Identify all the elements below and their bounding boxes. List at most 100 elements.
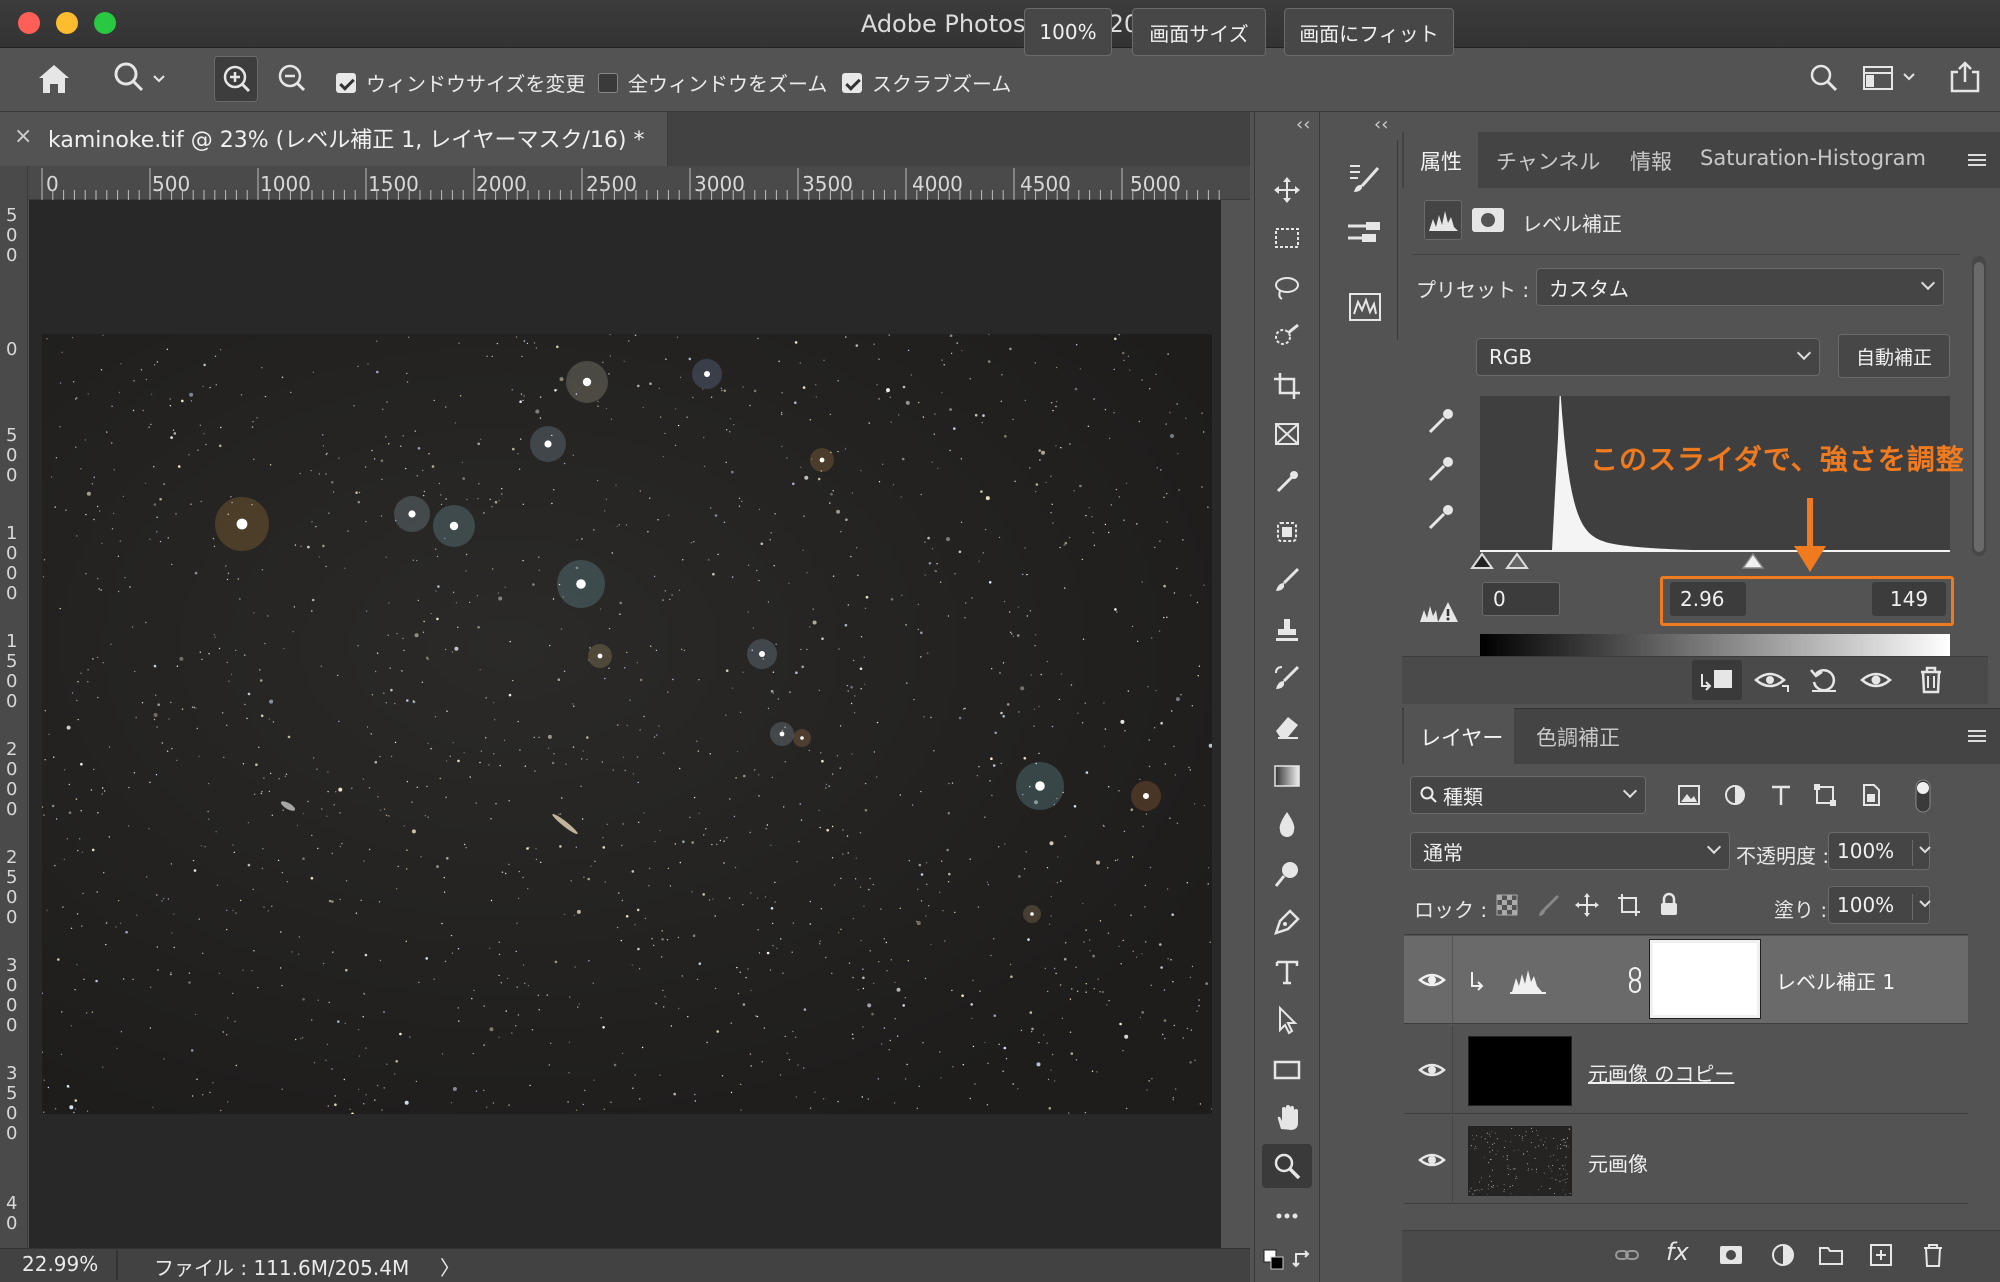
- layer-mask-thumbnail[interactable]: [1649, 939, 1761, 1019]
- filter-pixel-layers-icon[interactable]: [1676, 782, 1702, 812]
- fit-screen-button[interactable]: 画面にフィット: [1284, 8, 1454, 56]
- layer-visibility-eye-icon[interactable]: [1418, 966, 1446, 998]
- tab-channels[interactable]: チャンネル: [1496, 146, 1600, 176]
- zoom-all-windows-option[interactable]: 全ウィンドウをズーム: [598, 68, 827, 97]
- channel-dropdown[interactable]: RGB: [1476, 338, 1820, 376]
- color-swatches-icon[interactable]: [1262, 1248, 1286, 1276]
- reset-adjustment-icon[interactable]: [1808, 664, 1840, 700]
- layer-visibility-eye-icon[interactable]: [1418, 1146, 1446, 1178]
- tab-adjustments[interactable]: 色調補正: [1536, 722, 1620, 752]
- eyedropper-tool-icon[interactable]: [1262, 460, 1312, 504]
- move-tool-icon[interactable]: [1262, 168, 1312, 212]
- new-layer-icon[interactable]: [1868, 1242, 1894, 1272]
- history-brush-tool-icon[interactable]: [1262, 656, 1312, 700]
- document-image[interactable]: [42, 334, 1212, 1114]
- view-previous-state-icon[interactable]: [1752, 664, 1792, 700]
- brushes-panel-icon[interactable]: [1346, 214, 1384, 252]
- eraser-tool-icon[interactable]: [1262, 704, 1312, 748]
- crop-tool-icon[interactable]: [1262, 364, 1312, 408]
- pen-tool-icon[interactable]: [1262, 900, 1312, 944]
- layer-name[interactable]: レベル補正 1: [1776, 966, 1895, 995]
- levels-adjustment-icon[interactable]: [1424, 200, 1462, 240]
- brush-settings-panel-icon[interactable]: [1346, 160, 1382, 198]
- type-tool-icon[interactable]: [1262, 950, 1312, 994]
- dodge-tool-icon[interactable]: [1262, 852, 1312, 896]
- rectangle-tool-icon[interactable]: [1262, 1048, 1312, 1092]
- layer-row[interactable]: レベル補正 1: [1404, 936, 1968, 1024]
- white-point-eyedropper-icon[interactable]: [1424, 500, 1458, 538]
- workspace-icon[interactable]: [1862, 64, 1922, 96]
- lock-position-icon[interactable]: [1574, 892, 1600, 922]
- gray-point-eyedropper-icon[interactable]: [1424, 452, 1458, 490]
- lock-all-icon[interactable]: [1656, 892, 1682, 922]
- lock-transparent-pixels-icon[interactable]: [1494, 892, 1520, 922]
- quick-selection-tool-icon[interactable]: [1262, 314, 1312, 358]
- layer-row[interactable]: 元画像 のコピー: [1404, 1026, 1968, 1114]
- filter-adjustment-layers-icon[interactable]: [1722, 782, 1748, 812]
- scrubby-zoom-checkbox[interactable]: [842, 72, 862, 93]
- blend-mode-dropdown[interactable]: 通常: [1410, 832, 1730, 870]
- close-document-button[interactable]: ×: [14, 124, 32, 149]
- swap-colors-icon[interactable]: [1292, 1250, 1314, 1276]
- new-group-icon[interactable]: [1818, 1242, 1844, 1272]
- layer-name[interactable]: 元画像 のコピー: [1588, 1058, 1734, 1087]
- tab-layers[interactable]: レイヤー: [1420, 722, 1503, 752]
- marquee-tool-icon[interactable]: [1262, 216, 1312, 260]
- zoom-in-button[interactable]: [214, 56, 258, 102]
- input-black-field[interactable]: 0: [1482, 582, 1560, 616]
- layer-visibility-eye-icon[interactable]: [1418, 1056, 1446, 1088]
- zoom-all-windows-checkbox[interactable]: [598, 72, 618, 93]
- scrubby-zoom-option[interactable]: スクラブズーム: [842, 68, 1011, 97]
- screen-size-button[interactable]: 画面サイズ: [1132, 8, 1266, 56]
- new-adjustment-layer-icon[interactable]: [1770, 1242, 1796, 1272]
- black-point-eyedropper-icon[interactable]: [1424, 404, 1458, 442]
- layers-panel-menu-icon[interactable]: [1966, 728, 1988, 748]
- search-icon[interactable]: [1808, 62, 1840, 98]
- properties-panel-menu-icon[interactable]: [1966, 152, 1988, 172]
- home-icon[interactable]: [36, 62, 72, 100]
- status-menu-arrow[interactable]: 〉: [440, 1252, 460, 1281]
- add-mask-icon[interactable]: [1718, 1242, 1744, 1272]
- link-layers-icon[interactable]: [1614, 1242, 1640, 1272]
- delete-adjustment-icon[interactable]: [1916, 664, 1946, 700]
- brush-tool-icon[interactable]: [1262, 558, 1312, 602]
- layer-row[interactable]: 元画像: [1404, 1116, 1968, 1204]
- delete-layer-icon[interactable]: [1920, 1242, 1946, 1272]
- tab-info[interactable]: 情報: [1630, 146, 1672, 176]
- properties-scrollbar-thumb[interactable]: [1974, 262, 1984, 552]
- levels-histogram-panel-icon[interactable]: [1348, 292, 1382, 326]
- filter-type-layers-icon[interactable]: [1768, 782, 1794, 812]
- fill-dropdown-chevron-icon[interactable]: [1914, 892, 1936, 920]
- zoom-tool-preset-icon[interactable]: [112, 60, 170, 100]
- path-selection-tool-icon[interactable]: [1262, 998, 1312, 1042]
- layer-name[interactable]: 元画像: [1588, 1148, 1648, 1177]
- collapse-tools-icon[interactable]: ‹‹: [1296, 114, 1310, 135]
- mask-link-icon[interactable]: [1626, 966, 1644, 998]
- input-black-slider-2[interactable]: [1505, 552, 1529, 576]
- layer-filter-dropdown[interactable]: 種類: [1410, 776, 1646, 814]
- tab-properties[interactable]: 属性: [1420, 146, 1462, 176]
- auto-button[interactable]: 自動補正: [1838, 334, 1950, 378]
- lasso-tool-icon[interactable]: [1262, 266, 1312, 310]
- filter-smart-objects-icon[interactable]: [1858, 782, 1884, 812]
- blur-tool-icon[interactable]: [1262, 802, 1312, 846]
- input-black-slider[interactable]: [1470, 552, 1494, 576]
- add-layer-style-icon[interactable]: fx: [1666, 1238, 1689, 1266]
- spot-healing-tool-icon[interactable]: [1262, 510, 1312, 554]
- resize-windows-option[interactable]: ウィンドウサイズを変更: [336, 68, 585, 97]
- share-icon[interactable]: [1948, 60, 1982, 98]
- hand-tool-icon[interactable]: [1262, 1096, 1312, 1140]
- tab-saturation-histogram[interactable]: Saturation-Histogram: [1700, 146, 1926, 170]
- collapse-mini-panel-icon[interactable]: ‹‹: [1374, 114, 1388, 135]
- opacity-dropdown-chevron-icon[interactable]: [1914, 838, 1936, 866]
- clip-to-layer-button[interactable]: [1692, 660, 1742, 700]
- gradient-tool-icon[interactable]: [1262, 754, 1312, 798]
- input-gamma-slider[interactable]: [1741, 552, 1765, 576]
- zoom-100-button[interactable]: 100%: [1024, 8, 1112, 56]
- toggle-visibility-icon[interactable]: [1860, 664, 1892, 700]
- frame-tool-icon[interactable]: [1262, 412, 1312, 456]
- zoom-level-readout[interactable]: 22.99%: [22, 1252, 98, 1276]
- preset-dropdown[interactable]: カスタム: [1536, 268, 1944, 306]
- layer-mask-icon[interactable]: [1470, 206, 1506, 238]
- lock-image-pixels-icon[interactable]: [1536, 892, 1562, 922]
